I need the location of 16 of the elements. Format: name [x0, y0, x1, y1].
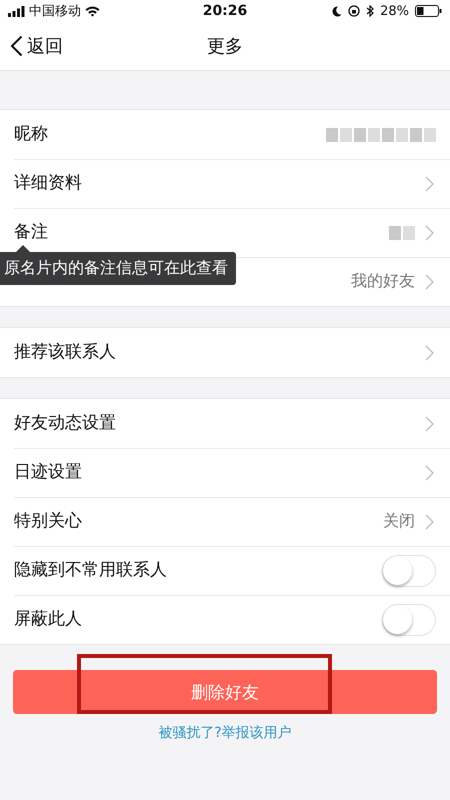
- tooltip: 原名片内的备注信息可在此查看: [0, 252, 236, 285]
- row-label: 备注: [14, 222, 48, 242]
- page-title: 更多: [207, 35, 243, 58]
- row-label: 特别关心: [14, 512, 82, 532]
- row-label: 推荐该联系人: [14, 342, 116, 362]
- carrier-name: 中国移动: [29, 3, 81, 20]
- battery-percent: 28%: [380, 4, 409, 18]
- row-label: 好友动态设置: [14, 414, 116, 434]
- row-label: 昵称: [14, 124, 48, 144]
- clock-time: 20:26: [202, 3, 248, 19]
- row-label: 详细资料: [14, 174, 82, 194]
- row-value: 关闭: [383, 511, 415, 532]
- row-label: 隐藏到不常用联系人: [14, 560, 167, 580]
- row-value: 我的好友: [351, 271, 415, 292]
- row-label: 日迹设置: [14, 462, 82, 482]
- row-label: 屏蔽此人: [14, 610, 82, 630]
